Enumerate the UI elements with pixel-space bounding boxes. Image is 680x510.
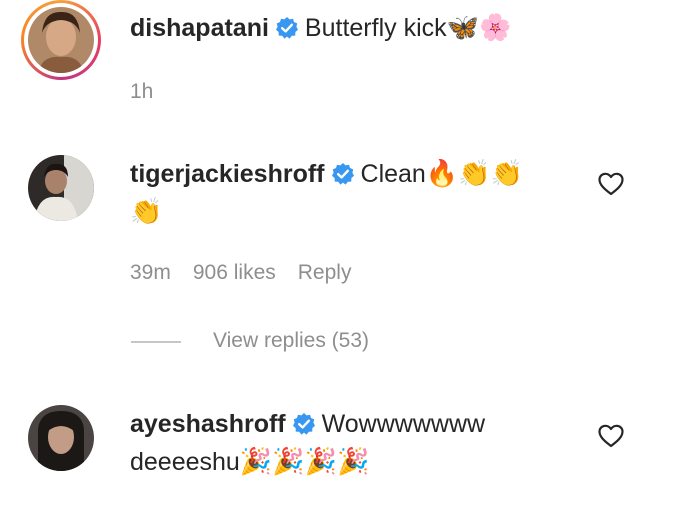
comment-text: Butterfly kick (304, 14, 447, 42)
comment-tigerjackieshroff: tigerjackieshroff Clean🔥👏👏 (130, 158, 523, 190)
avatar-dishapatani[interactable] (28, 7, 94, 73)
comment-continuation: deeeeshu🎉🎉🎉🎉 (130, 446, 369, 478)
comment-time: 39m (130, 261, 171, 284)
comment-text: deeeeshu (130, 448, 240, 476)
avatar-tigerjackieshroff[interactable] (28, 155, 94, 221)
comment-dishapatani: dishapatani Butterfly kick🦋🌸 (130, 12, 511, 44)
comment-meta: 1h (130, 80, 175, 104)
username-ayeshashroff[interactable]: ayeshashroff (130, 410, 286, 438)
view-replies-button[interactable]: View replies (53) (213, 329, 369, 353)
comment-meta: 39m 906 likes Reply (130, 261, 373, 285)
comment-likes[interactable]: 906 likes (193, 261, 276, 284)
reply-button[interactable]: Reply (298, 261, 352, 284)
comment-emojis: 🔥👏👏 (425, 159, 523, 189)
comment-time: 1h (130, 80, 154, 103)
verified-badge-icon (292, 413, 315, 435)
comment-text: Clean (360, 160, 426, 188)
replies-divider (131, 341, 181, 343)
comment-text: Wowwwwwww (321, 410, 486, 438)
comment-emojis: 🦋🌸 (446, 13, 512, 43)
username-tigerjackieshroff[interactable]: tigerjackieshroff (130, 160, 325, 188)
comment-emojis: 🎉🎉🎉🎉 (239, 447, 370, 477)
comment-ayeshashroff: ayeshashroff Wowwwwwww (130, 408, 485, 440)
like-heart-icon[interactable] (597, 171, 625, 197)
comment-continuation: 👏 (130, 196, 162, 228)
avatar-ayeshashroff[interactable] (28, 405, 94, 471)
comment-emojis: 👏 (130, 197, 163, 227)
verified-badge-icon (275, 17, 298, 39)
username-dishapatani[interactable]: dishapatani (130, 14, 269, 42)
verified-badge-icon (331, 163, 354, 185)
like-heart-icon[interactable] (597, 423, 625, 449)
